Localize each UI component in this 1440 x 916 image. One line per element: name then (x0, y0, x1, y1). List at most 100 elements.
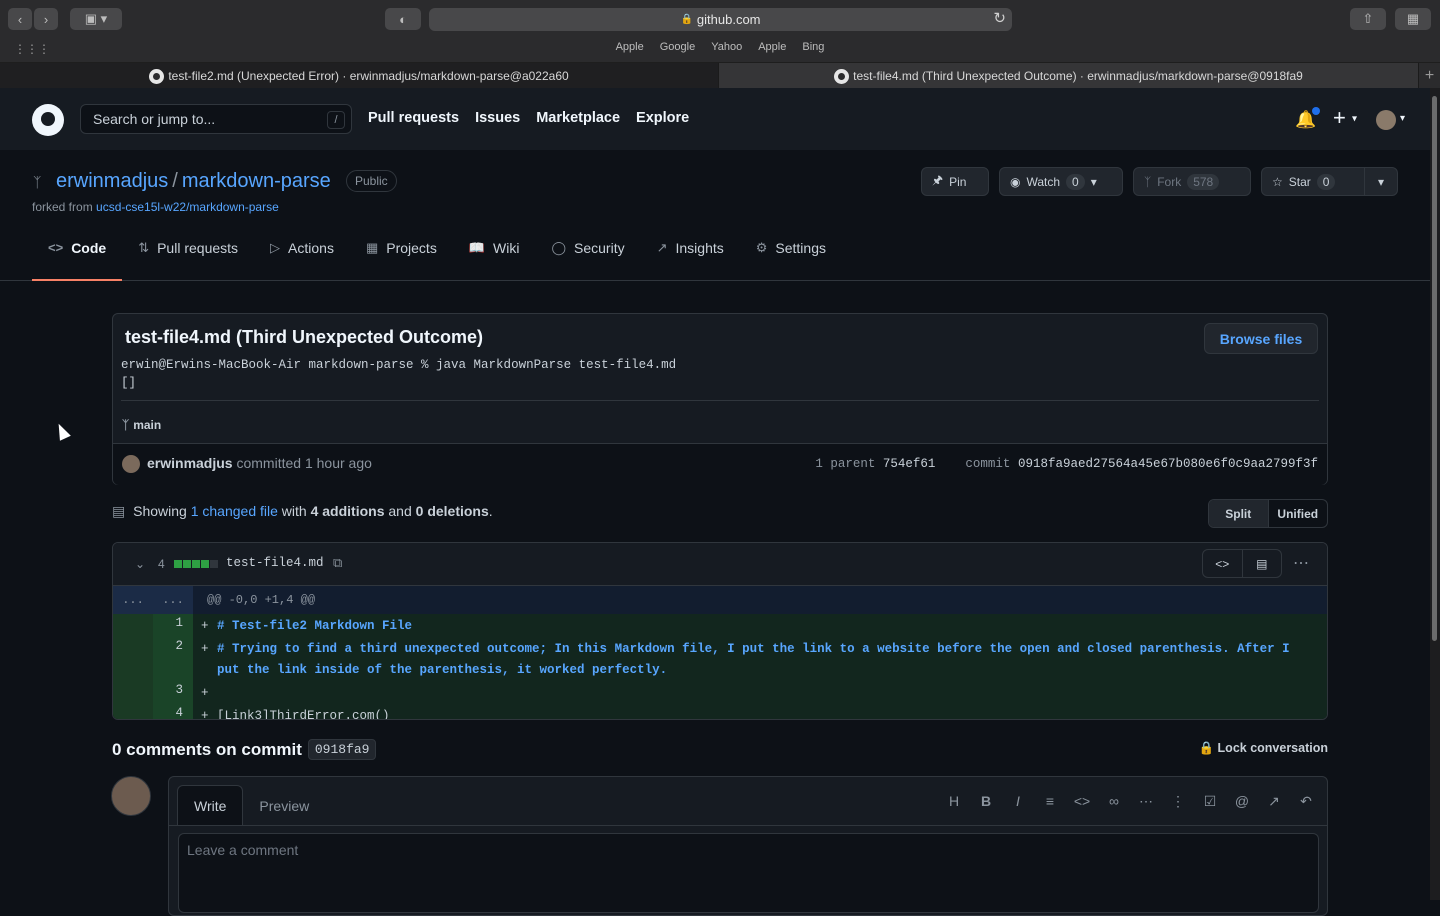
code-view-icon[interactable]: <> (1203, 550, 1243, 577)
avatar[interactable] (122, 455, 140, 473)
line-code: + [Link3]ThirdError.com() (193, 704, 1327, 719)
github-logo-icon[interactable] (32, 104, 64, 136)
notifications-bell-icon[interactable]: 🔔 (1295, 107, 1321, 130)
tab-pull-requests[interactable]: ⇅ Pull requests (122, 240, 254, 281)
watch-count: 0 (1066, 173, 1085, 190)
numbered-list-icon[interactable]: ⋮ (1169, 793, 1187, 810)
nav-explore[interactable]: Explore (636, 110, 689, 126)
new-line-number[interactable]: 3 (153, 681, 193, 704)
repo-separator: / (172, 170, 178, 192)
branch-label[interactable]: ᛉ main (122, 418, 161, 432)
task-list-icon[interactable]: ☑ (1201, 793, 1219, 810)
browser-tab[interactable]: test-file2.md (Unexpected Error) · erwin… (0, 63, 719, 89)
file-view-icon[interactable]: ▤ (1243, 550, 1282, 577)
address-bar[interactable]: 🔒 github.com ↻ (429, 8, 1012, 31)
favorite-link[interactable]: Google (660, 41, 695, 59)
nav-issues[interactable]: Issues (475, 110, 520, 126)
create-new-button[interactable]: + ▾ (1333, 105, 1357, 131)
tab-actions[interactable]: ▷ Actions (254, 240, 350, 281)
file-diff-icon: ▤ (112, 503, 126, 519)
italic-icon[interactable]: I (1009, 793, 1027, 810)
watch-button[interactable]: ◉ Watch 0 ▾ (999, 167, 1123, 196)
tab-overview-button[interactable]: ▦ (1395, 8, 1431, 30)
diff-view-toggle: Split Unified (1208, 499, 1328, 528)
old-line-number (113, 637, 153, 681)
star-list-dropdown[interactable]: ▾ (1364, 167, 1398, 196)
tab-preview[interactable]: Preview (243, 785, 325, 826)
fork-button[interactable]: ᛉ Fork 578 (1133, 167, 1251, 196)
favorite-link[interactable]: Apple (758, 41, 786, 59)
reference-icon[interactable]: ↗ (1265, 793, 1283, 810)
privacy-shield-icon[interactable]: ◐ (385, 8, 421, 30)
expand-up-button[interactable]: ... (113, 586, 153, 614)
lock-conversation-button[interactable]: 🔒 Lock conversation (1198, 741, 1328, 756)
tab-write[interactable]: Write (177, 785, 244, 826)
link-icon[interactable]: ∞ (1105, 793, 1123, 810)
line-text: # Test-file2 Markdown File (217, 619, 413, 633)
chevron-down-icon: ▾ (1377, 174, 1385, 189)
repo-owner-link[interactable]: erwinmadjus (56, 170, 168, 192)
lock-icon: 🔒 (1198, 741, 1215, 755)
nav-marketplace[interactable]: Marketplace (536, 110, 620, 126)
code-icon[interactable]: <> (1073, 793, 1091, 810)
summary-with: with (281, 503, 307, 519)
browser-tab-active[interactable]: test-file4.md (Third Unexpected Outcome)… (719, 63, 1419, 89)
tab-code-label: Code (71, 240, 107, 256)
quote-icon[interactable]: ≡ (1041, 793, 1059, 810)
reply-icon[interactable]: ↶ (1297, 793, 1315, 810)
tab-insights[interactable]: ↗ Insights (641, 240, 740, 281)
parent-label: 1 parent (815, 457, 876, 471)
new-line-number[interactable]: 1 (153, 614, 193, 637)
scrollbar[interactable] (1430, 88, 1440, 900)
tab-projects[interactable]: ▦ Projects (350, 240, 453, 281)
share-button[interactable]: ⇧ (1350, 8, 1386, 30)
forked-from-link[interactable]: ucsd-cse15l-w22/markdown-parse (96, 200, 279, 214)
chevron-down-icon[interactable]: ▾ (1400, 113, 1405, 124)
favorite-link[interactable]: Apple (616, 41, 644, 59)
collapse-chevron-icon[interactable]: ⌄ (135, 557, 145, 571)
new-line-number[interactable]: 4 (153, 704, 193, 719)
browse-files-button[interactable]: Browse files (1204, 323, 1318, 354)
bold-icon[interactable]: B (977, 793, 995, 810)
tab-security[interactable]: ◯ Security (535, 240, 640, 281)
avatar[interactable] (111, 776, 151, 816)
tab-pull-requests-label: Pull requests (157, 240, 239, 256)
copy-icon[interactable]: ⧉ (333, 555, 342, 571)
bulleted-list-icon[interactable]: ⋯ (1137, 793, 1155, 810)
nav-pull-requests[interactable]: Pull requests (368, 110, 459, 126)
forward-button[interactable]: › (34, 8, 58, 30)
star-button[interactable]: ☆ Star 0 (1261, 167, 1365, 196)
parent-link[interactable]: 754ef61 (883, 457, 936, 471)
unified-button[interactable]: Unified (1269, 500, 1328, 527)
tab-code[interactable]: <> Code (32, 240, 123, 281)
expand-down-button[interactable]: ... (153, 586, 193, 614)
back-button[interactable]: ‹ (8, 8, 32, 30)
author-link[interactable]: erwinmadjus (147, 455, 233, 471)
comment-textarea[interactable]: Leave a comment (178, 833, 1319, 913)
github-favicon-icon (149, 68, 165, 84)
diff-line: 2 + # Trying to find a third unexpected o… (113, 637, 1327, 681)
new-line-number[interactable]: 2 (153, 637, 193, 681)
book-icon: 📖 (468, 240, 486, 255)
file-name[interactable]: test-file4.md (226, 556, 324, 570)
reload-icon[interactable]: ↻ (993, 9, 1006, 27)
tab-wiki[interactable]: 📖 Wiki (453, 240, 536, 281)
sidebar-toggle-button[interactable]: ▣ ▾ (70, 8, 122, 30)
play-icon: ▷ (270, 240, 281, 255)
changed-files-link[interactable]: 1 changed file (191, 503, 278, 519)
avatar[interactable] (1376, 110, 1396, 130)
favorite-link[interactable]: Yahoo (711, 41, 742, 59)
heading-icon[interactable]: H (945, 793, 963, 810)
search-input[interactable]: Search or jump to... / (80, 104, 352, 134)
scrollbar-thumb[interactable] (1432, 96, 1437, 641)
line-sign: + (201, 619, 209, 633)
pin-button[interactable]: 🖈 Pin (921, 167, 989, 196)
repo-name-link[interactable]: markdown-parse (182, 170, 331, 192)
new-tab-icon[interactable]: + (1419, 63, 1440, 88)
favorite-link[interactable]: Bing (802, 41, 824, 59)
tab-settings[interactable]: ⚙ Settings (740, 240, 842, 281)
kebab-menu-icon[interactable]: ⋯ (1293, 553, 1309, 573)
search-placeholder: Search or jump to... (93, 111, 216, 127)
mention-icon[interactable]: @ (1233, 793, 1251, 810)
split-button[interactable]: Split (1209, 500, 1269, 527)
